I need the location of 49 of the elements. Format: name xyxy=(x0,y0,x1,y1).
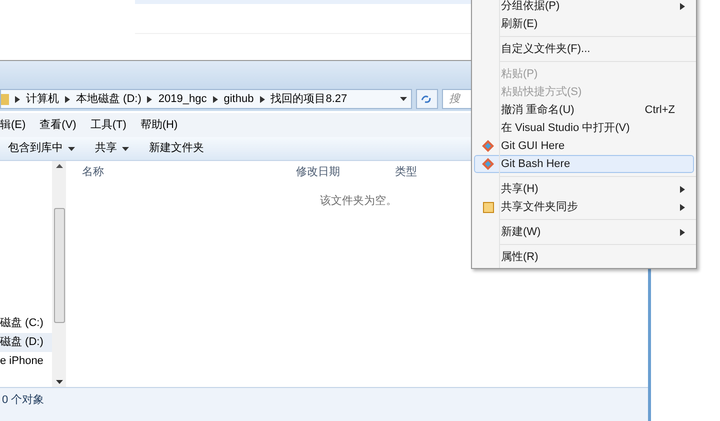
column-header[interactable]: 修改日期 xyxy=(296,164,395,180)
menu-bar-item[interactable]: 辑(E) xyxy=(0,116,26,134)
breadcrumb-arrow-icon xyxy=(260,96,265,102)
nav-item[interactable]: 磁盘 (C:) xyxy=(0,314,52,333)
breadcrumb-arrow-icon xyxy=(15,96,20,102)
menu-item[interactable]: 刷新(E) xyxy=(474,15,694,33)
breadcrumb-item[interactable]: 找回的项目8.27 xyxy=(270,90,348,108)
menu-bar-item[interactable]: 工具(T) xyxy=(90,116,126,134)
nav-item[interactable]: e iPhone xyxy=(0,352,52,371)
menu-item[interactable]: 自定义文件夹(F)... xyxy=(474,40,694,58)
shortcut-text: Ctrl+Z xyxy=(644,102,676,118)
address-bar[interactable]: 计算机 本地磁盘 (D:) 2019_hgc github 找回的项目8.27 xyxy=(0,89,412,109)
menu-item[interactable]: 共享文件夹同步 xyxy=(474,198,694,216)
column-header[interactable]: 类型 xyxy=(395,164,417,180)
empty-folder-message: 该文件夹为空。 xyxy=(320,194,397,209)
scrollbar-thumb[interactable] xyxy=(54,208,64,323)
menu-bar-item[interactable]: 帮助(H) xyxy=(140,116,178,134)
menu-item[interactable]: 在 Visual Studio 中打开(V) xyxy=(474,119,694,137)
refresh-icon xyxy=(421,94,433,104)
nav-item[interactable]: 磁盘 (D:) xyxy=(0,333,52,352)
breadcrumb-item[interactable]: github xyxy=(224,90,254,108)
caret-icon xyxy=(400,97,407,101)
sync-icon xyxy=(482,202,494,212)
breadcrumb-item[interactable]: 计算机 xyxy=(26,90,59,108)
menu-bar-item[interactable]: 查看(V) xyxy=(40,116,76,134)
toolbar-button[interactable]: 包含到库中 xyxy=(8,140,75,157)
breadcrumb-arrow-icon xyxy=(147,96,152,102)
folder-icon xyxy=(1,94,9,104)
menu-item[interactable]: 撤消 重命名(U) Ctrl+Z xyxy=(474,101,694,119)
caret-icon xyxy=(56,380,62,384)
breadcrumb-arrow-icon xyxy=(65,96,70,102)
menu-item[interactable]: 新建(W) xyxy=(474,223,694,241)
toolbar-button[interactable]: 共享 xyxy=(95,140,129,157)
breadcrumb-arrow-icon xyxy=(212,96,218,102)
menu-item[interactable]: Git GUI Here xyxy=(474,137,694,155)
diamond-logo-icon xyxy=(482,140,494,152)
diamond-logo-icon xyxy=(482,158,494,170)
column-header[interactable]: 名称 xyxy=(82,164,296,180)
status-text: 0 个对象 xyxy=(2,393,44,408)
menu-item[interactable]: Git Bash Here xyxy=(474,155,694,173)
menu-item[interactable]: 分组依据(P) xyxy=(474,0,694,15)
breadcrumb-item[interactable]: 本地磁盘 (D:) xyxy=(76,90,142,108)
menu-item[interactable]: 属性(R) xyxy=(474,248,694,266)
breadcrumb-item[interactable]: 2019_hgc xyxy=(158,90,207,108)
scroll-up-icon xyxy=(56,164,62,168)
toolbar-button[interactable]: 新建文件夹 xyxy=(149,140,204,157)
refresh-button[interactable] xyxy=(416,89,438,109)
scrollbar[interactable] xyxy=(52,161,66,387)
menu-item[interactable]: 共享(H) xyxy=(474,180,694,198)
